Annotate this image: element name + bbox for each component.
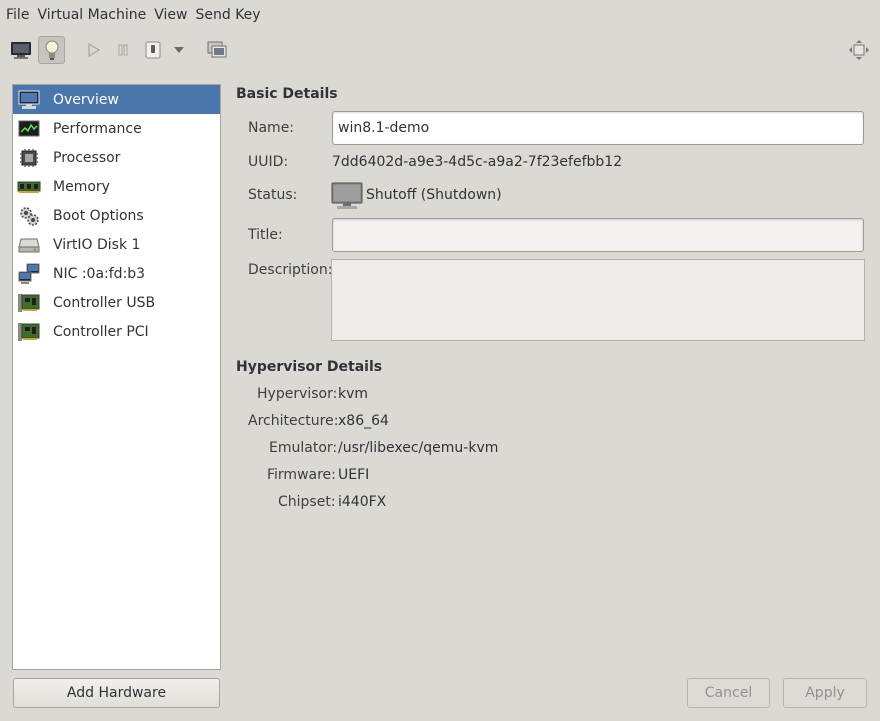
architecture-value: x86_64 — [338, 413, 389, 429]
emulator-value: /usr/libexec/qemu-kvm — [338, 440, 499, 456]
controller-card-icon — [17, 292, 41, 314]
network-icon — [17, 263, 41, 285]
snapshots-icon — [207, 41, 227, 58]
pause-button[interactable] — [112, 36, 134, 64]
title-field[interactable] — [332, 218, 864, 252]
firmware-value: UEFI — [338, 467, 370, 483]
sidebar-item-label: Boot Options — [53, 207, 144, 224]
cancel-button[interactable]: Cancel — [687, 678, 770, 708]
sidebar-item-overview[interactable]: Overview — [13, 85, 220, 114]
sidebar-item-label: Memory — [53, 178, 110, 195]
console-button[interactable] — [6, 36, 36, 64]
hypervisor-details-heading: Hypervisor Details — [236, 359, 383, 375]
gears-icon — [17, 205, 41, 227]
shutdown-icon — [145, 41, 161, 59]
memory-stick-icon — [17, 176, 41, 198]
monitor-icon — [17, 89, 41, 111]
performance-graph-icon — [17, 118, 41, 140]
hard-disk-icon — [17, 234, 41, 256]
title-label: Title: — [248, 227, 283, 243]
description-textarea[interactable] — [331, 259, 865, 341]
pause-icon — [118, 44, 128, 56]
sidebar-item-label: Performance — [53, 120, 142, 137]
sidebar-item-boot-options[interactable]: Boot Options — [13, 201, 220, 230]
firmware-label: Firmware: — [267, 467, 336, 483]
uuid-label: UUID: — [248, 154, 289, 170]
menu-view[interactable]: View — [150, 0, 191, 30]
add-hardware-button[interactable]: Add Hardware — [13, 678, 220, 708]
name-field[interactable]: win8.1-demo — [332, 111, 864, 145]
hypervisor-label: Hypervisor: — [257, 386, 338, 402]
console-icon — [11, 42, 31, 59]
shutdown-menu-button[interactable] — [171, 36, 187, 64]
status-label: Status: — [248, 187, 298, 203]
status-monitor-icon — [331, 182, 363, 214]
menu-file[interactable]: File — [2, 0, 33, 30]
architecture-label: Architecture: — [248, 413, 339, 429]
hypervisor-value: kvm — [338, 386, 369, 402]
apply-button[interactable]: Apply — [783, 678, 867, 708]
sidebar-item-label: Overview — [53, 91, 119, 108]
menubar: File Virtual Machine View Send Key — [0, 0, 880, 30]
sidebar-item-performance[interactable]: Performance — [13, 114, 220, 143]
hardware-list: Overview Performance Processor Memory Bo… — [12, 84, 221, 670]
play-icon — [88, 43, 100, 57]
sidebar-item-controller-pci[interactable]: Controller PCI — [13, 317, 220, 346]
sidebar-item-processor[interactable]: Processor — [13, 143, 220, 172]
sidebar-item-label: Processor — [53, 149, 121, 166]
chipset-label: Chipset: — [278, 494, 336, 510]
details-button[interactable] — [38, 36, 65, 64]
name-field-value: win8.1-demo — [338, 120, 430, 136]
controller-card-icon — [17, 321, 41, 343]
chipset-value: i440FX — [338, 494, 387, 510]
cpu-chip-icon — [17, 147, 41, 169]
description-label: Description: — [248, 262, 333, 278]
sidebar-item-label: Controller USB — [53, 294, 156, 311]
sidebar-item-controller-usb[interactable]: Controller USB — [13, 288, 220, 317]
dropdown-arrow-icon — [174, 47, 184, 53]
fullscreen-icon — [849, 40, 869, 60]
fullscreen-button[interactable] — [846, 36, 872, 64]
lightbulb-icon — [45, 40, 58, 60]
snapshots-button[interactable] — [204, 36, 230, 64]
menu-send-key[interactable]: Send Key — [191, 0, 264, 30]
name-label: Name: — [248, 120, 295, 136]
sidebar-item-label: Controller PCI — [53, 323, 149, 340]
toolbar — [0, 34, 880, 66]
sidebar-item-virtio-disk-1[interactable]: VirtIO Disk 1 — [13, 230, 220, 259]
emulator-label: Emulator: — [269, 440, 338, 456]
sidebar-item-label: NIC :0a:fd:b3 — [53, 265, 146, 282]
sidebar-item-nic[interactable]: NIC :0a:fd:b3 — [13, 259, 220, 288]
basic-details-heading: Basic Details — [236, 86, 338, 102]
shutdown-button[interactable] — [142, 36, 164, 64]
sidebar-item-memory[interactable]: Memory — [13, 172, 220, 201]
uuid-value: 7dd6402d-a9e3-4d5c-a9a2-7f23efefbb12 — [332, 154, 623, 170]
run-button[interactable] — [82, 36, 104, 64]
menu-virtual-machine[interactable]: Virtual Machine — [33, 0, 150, 30]
status-value: Shutoff (Shutdown) — [366, 187, 502, 203]
sidebar-item-label: VirtIO Disk 1 — [53, 236, 141, 253]
